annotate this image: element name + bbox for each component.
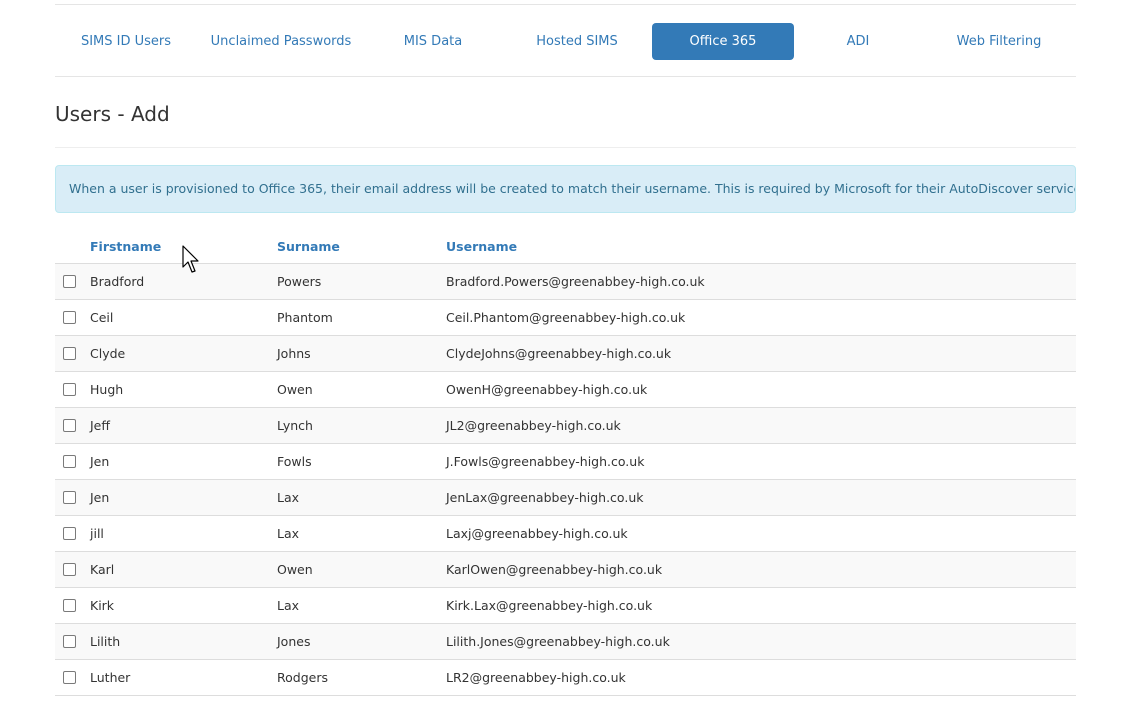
row-select-checkbox[interactable] xyxy=(63,311,76,324)
page-container: SIMS ID Users Unclaimed Passwords MIS Da… xyxy=(55,0,1076,703)
table-row: Bradford Powers Bradford.Powers@greenabbey… xyxy=(55,264,1076,300)
surname-cell: Powers xyxy=(277,274,322,289)
users-table: Firstname Surname Username Bradford Power… xyxy=(55,229,1076,696)
nav-item-office-365[interactable]: Office 365 xyxy=(652,23,794,60)
row-select-checkbox[interactable] xyxy=(63,347,76,360)
table-body: Bradford Powers Bradford.Powers@greenabbey… xyxy=(55,264,1076,696)
table-header: Firstname Surname Username xyxy=(55,229,1076,264)
username-cell: LR2@greenabbey-high.co.uk xyxy=(446,670,626,685)
row-select-checkbox[interactable] xyxy=(63,419,76,432)
username-cell: Bradford.Powers@greenabbey-high.co.uk xyxy=(446,274,705,289)
firstname-cell: Hugh xyxy=(90,382,124,397)
nav-item-adi[interactable]: ADI xyxy=(823,23,893,60)
row-select-checkbox[interactable] xyxy=(63,275,76,288)
surname-cell: Lax xyxy=(277,526,300,541)
username-cell: J.Fowls@greenabbey-high.co.uk xyxy=(446,454,645,469)
surname-cell: Fowls xyxy=(277,454,312,469)
page-title: Users - Add xyxy=(55,102,170,126)
surname-cell: Johns xyxy=(277,346,311,361)
surname-cell: Lax xyxy=(277,490,300,505)
row-select-checkbox[interactable] xyxy=(63,635,76,648)
row-select-checkbox[interactable] xyxy=(63,671,76,684)
firstname-cell: jill xyxy=(90,526,104,541)
table-row: Karl Owen KarlOwen@greenabbey-high.co.uk xyxy=(55,552,1076,588)
username-cell: Ceil.Phantom@greenabbey-high.co.uk xyxy=(446,310,686,325)
firstname-cell: Lilith xyxy=(90,634,121,649)
username-cell: Laxj@greenabbey-high.co.uk xyxy=(446,526,628,541)
top-nav: SIMS ID Users Unclaimed Passwords MIS Da… xyxy=(55,4,1076,77)
title-divider xyxy=(55,147,1076,148)
firstname-cell: Clyde xyxy=(90,346,126,361)
firstname-cell: Bradford xyxy=(90,274,145,289)
firstname-cell: Kirk xyxy=(90,598,115,613)
username-cell: KarlOwen@greenabbey-high.co.uk xyxy=(446,562,663,577)
surname-cell: Rodgers xyxy=(277,670,328,685)
firstname-cell: Jen xyxy=(90,454,110,469)
table-row: Luther Rodgers LR2@greenabbey-high.co.uk xyxy=(55,660,1076,696)
row-select-checkbox[interactable] xyxy=(63,563,76,576)
column-header-surname[interactable]: Surname xyxy=(277,239,340,254)
column-header-username[interactable]: Username xyxy=(446,239,517,254)
firstname-cell: Jen xyxy=(90,490,110,505)
row-select-checkbox[interactable] xyxy=(63,599,76,612)
firstname-cell: Ceil xyxy=(90,310,114,325)
username-cell: JL2@greenabbey-high.co.uk xyxy=(446,418,621,433)
username-cell: OwenH@greenabbey-high.co.uk xyxy=(446,382,648,397)
row-select-checkbox[interactable] xyxy=(63,491,76,504)
username-cell: ClydeJohns@greenabbey-high.co.uk xyxy=(446,346,672,361)
info-alert: When a user is provisioned to Office 365… xyxy=(55,165,1076,213)
nav-item-sims-id-users[interactable]: SIMS ID Users xyxy=(70,23,182,60)
username-cell: Lilith.Jones@greenabbey-high.co.uk xyxy=(446,634,670,649)
row-select-checkbox[interactable] xyxy=(63,527,76,540)
row-select-checkbox[interactable] xyxy=(63,383,76,396)
surname-cell: Owen xyxy=(277,382,313,397)
table-row: Clyde Johns ClydeJohns@greenabbey-high.co.… xyxy=(55,336,1076,372)
table-row: Jen Lax JenLax@greenabbey-high.co.uk xyxy=(55,480,1076,516)
table-row: jill Lax Laxj@greenabbey-high.co.uk xyxy=(55,516,1076,552)
nav-item-web-filtering[interactable]: Web Filtering xyxy=(945,23,1053,60)
nav-item-unclaimed-passwords[interactable]: Unclaimed Passwords xyxy=(207,23,355,60)
table-row: Hugh Owen OwenH@greenabbey-high.co.uk xyxy=(55,372,1076,408)
column-header-firstname[interactable]: Firstname xyxy=(90,239,161,254)
firstname-cell: Karl xyxy=(90,562,115,577)
surname-cell: Jones xyxy=(277,634,311,649)
firstname-cell: Jeff xyxy=(90,418,110,433)
username-cell: JenLax@greenabbey-high.co.uk xyxy=(446,490,644,505)
table-row: Ceil Phantom Ceil.Phantom@greenabbey-high.… xyxy=(55,300,1076,336)
surname-cell: Lynch xyxy=(277,418,313,433)
surname-cell: Lax xyxy=(277,598,300,613)
surname-cell: Owen xyxy=(277,562,313,577)
table-row: Kirk Lax Kirk.Lax@greenabbey-high.co.uk xyxy=(55,588,1076,624)
username-cell: Kirk.Lax@greenabbey-high.co.uk xyxy=(446,598,653,613)
surname-cell: Phantom xyxy=(277,310,333,325)
table-row: Lilith Jones Lilith.Jones@greenabbey-high.… xyxy=(55,624,1076,660)
nav-item-mis-data[interactable]: MIS Data xyxy=(382,23,484,60)
table-row: Jeff Lynch JL2@greenabbey-high.co.uk xyxy=(55,408,1076,444)
row-select-checkbox[interactable] xyxy=(63,455,76,468)
firstname-cell: Luther xyxy=(90,670,131,685)
nav-item-hosted-sims[interactable]: Hosted SIMS xyxy=(518,23,636,60)
table-row: Jen Fowls J.Fowls@greenabbey-high.co.uk xyxy=(55,444,1076,480)
